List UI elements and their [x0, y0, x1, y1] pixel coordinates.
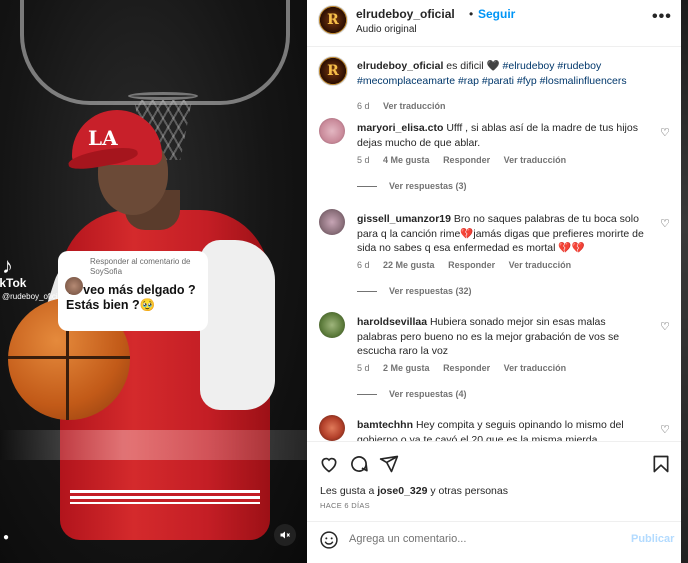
comment-composer: Publicar	[307, 521, 681, 563]
comment-meta: 6 d 22 Me gusta Responder Ver traducción	[357, 260, 582, 270]
comment-username[interactable]: bamtechhn	[357, 419, 413, 431]
comment-text: haroldsevillaa Hubiera sonado mejor sin …	[357, 315, 647, 359]
background-edge	[681, 0, 688, 563]
comment-meta: 5 d 2 Me gusta Responder Ver traducción	[357, 363, 577, 373]
comment-text: bamtechhn Hey compita y seguis opinando …	[357, 418, 647, 441]
reply-button[interactable]: Responder	[448, 260, 495, 270]
comment-likes[interactable]: 4 Me gusta	[383, 155, 430, 165]
cap-logo: LA	[88, 126, 118, 150]
view-replies-label[interactable]: Ver respuestas (32)	[389, 286, 472, 296]
separator-dot: •	[469, 7, 474, 21]
post-panel: R elrudeboy_oficial • Seguir Audio origi…	[307, 0, 681, 563]
author-username[interactable]: elrudeboy_oficial	[356, 7, 455, 21]
author-avatar[interactable]: R	[318, 5, 348, 35]
comment-icon[interactable]	[349, 454, 369, 474]
reply-button[interactable]: Responder	[443, 363, 490, 373]
comment-text: gissell_umanzor19 Bro no saques palabras…	[357, 212, 647, 256]
comment-avatar[interactable]	[319, 312, 345, 338]
reply-comment-card: Responder al comentario de SoySofia Te v…	[58, 251, 208, 331]
follow-button[interactable]: Seguir	[478, 7, 515, 21]
translate-button[interactable]: Ver traducción	[504, 363, 567, 373]
like-heart-icon[interactable]: ♡	[660, 217, 672, 230]
bookmark-icon[interactable]	[651, 454, 671, 474]
comment-username[interactable]: maryori_elisa.cto	[357, 122, 443, 134]
replies-line	[357, 186, 377, 188]
likes-summary: Les gusta a jose0_329 y otras personas	[320, 485, 508, 497]
caption-translate[interactable]: Ver traducción	[383, 101, 446, 111]
jacket-stripe	[70, 490, 260, 504]
tiktok-brand-text: ikTok	[0, 276, 27, 290]
comment-username[interactable]: haroldsevillaa	[357, 316, 427, 328]
like-heart-icon[interactable]: ♡	[660, 126, 672, 139]
like-heart-icon[interactable]: ♡	[660, 320, 672, 333]
replies-line	[357, 291, 377, 293]
reply-card-header: Responder al comentario de SoySofia	[90, 257, 191, 276]
view-replies[interactable]: Ver respuestas (3)	[357, 181, 467, 191]
comment-time: 5 d	[357, 363, 370, 373]
basketball-rim	[128, 92, 198, 100]
replies-line	[357, 394, 377, 396]
heart-icon[interactable]	[319, 454, 339, 474]
comments-list[interactable]: R elrudeboy_oficial es dificil 🖤 #elrude…	[307, 48, 681, 441]
translate-button[interactable]: Ver traducción	[504, 155, 567, 165]
comment-username[interactable]: gissell_umanzor19	[357, 213, 451, 225]
light-streak	[0, 430, 307, 460]
caption-text: elrudeboy_oficial es dificil 🖤 #elrudebo…	[357, 59, 647, 88]
post-media[interactable]: LA ♪ ikTok @rudeboy_oficial Responder al…	[0, 0, 307, 563]
view-replies-label[interactable]: Ver respuestas (3)	[389, 181, 467, 191]
caption-avatar[interactable]: R	[318, 56, 348, 86]
caption-username[interactable]: elrudeboy_oficial	[357, 60, 443, 72]
comment-avatar[interactable]	[319, 209, 345, 235]
mute-button[interactable]	[274, 524, 296, 546]
caption-meta: 6 d Ver traducción	[357, 101, 446, 111]
comment-input[interactable]	[349, 528, 619, 550]
tiktok-username: @rudeboy_oficial	[2, 292, 64, 301]
view-replies[interactable]: Ver respuestas (32)	[357, 286, 472, 296]
view-replies[interactable]: Ver respuestas (4)	[357, 389, 467, 399]
likes-user[interactable]: jose0_329	[377, 485, 427, 497]
jacket-sleeve-right	[200, 240, 275, 410]
translate-button[interactable]: Ver traducción	[509, 260, 572, 270]
comment-likes[interactable]: 22 Me gusta	[383, 260, 435, 270]
comment-avatar[interactable]	[319, 118, 345, 144]
basketball-backboard	[20, 0, 290, 105]
post-header: R elrudeboy_oficial • Seguir Audio origi…	[307, 0, 681, 47]
person-icon: ●	[3, 532, 10, 543]
post-actions: Les gusta a jose0_329 y otras personas H…	[307, 441, 681, 521]
view-replies-label[interactable]: Ver respuestas (4)	[389, 389, 467, 399]
likes-suffix[interactable]: y otras personas	[430, 485, 508, 497]
comment-likes[interactable]: 2 Me gusta	[383, 363, 430, 373]
caption-body: es dificil 🖤	[446, 60, 500, 72]
comment-text: maryori_elisa.cto Ufff , si ablas así de…	[357, 121, 647, 150]
likes-prefix: Les gusta a	[320, 485, 375, 497]
more-options-icon[interactable]: •••	[652, 8, 672, 26]
like-heart-icon[interactable]: ♡	[660, 423, 672, 436]
emoji-icon[interactable]	[319, 530, 339, 550]
post-date: HACE 6 DÍAS	[320, 501, 370, 510]
comment-avatar[interactable]	[319, 415, 345, 441]
comment-time: 5 d	[357, 155, 370, 165]
audio-link[interactable]: Audio original	[356, 24, 417, 35]
speaker-muted-icon	[280, 531, 290, 539]
publish-button[interactable]: Publicar	[631, 533, 674, 545]
comment-meta: 5 d 4 Me gusta Responder Ver traducción	[357, 155, 577, 165]
reply-avatar	[65, 277, 83, 295]
share-icon[interactable]	[379, 454, 399, 474]
comment-time: 6 d	[357, 260, 370, 270]
caption-time: 6 d	[357, 101, 370, 111]
reply-card-text: Te veo más delgado ? Estás bien ?🥹	[66, 283, 196, 312]
reply-button[interactable]: Responder	[443, 155, 490, 165]
